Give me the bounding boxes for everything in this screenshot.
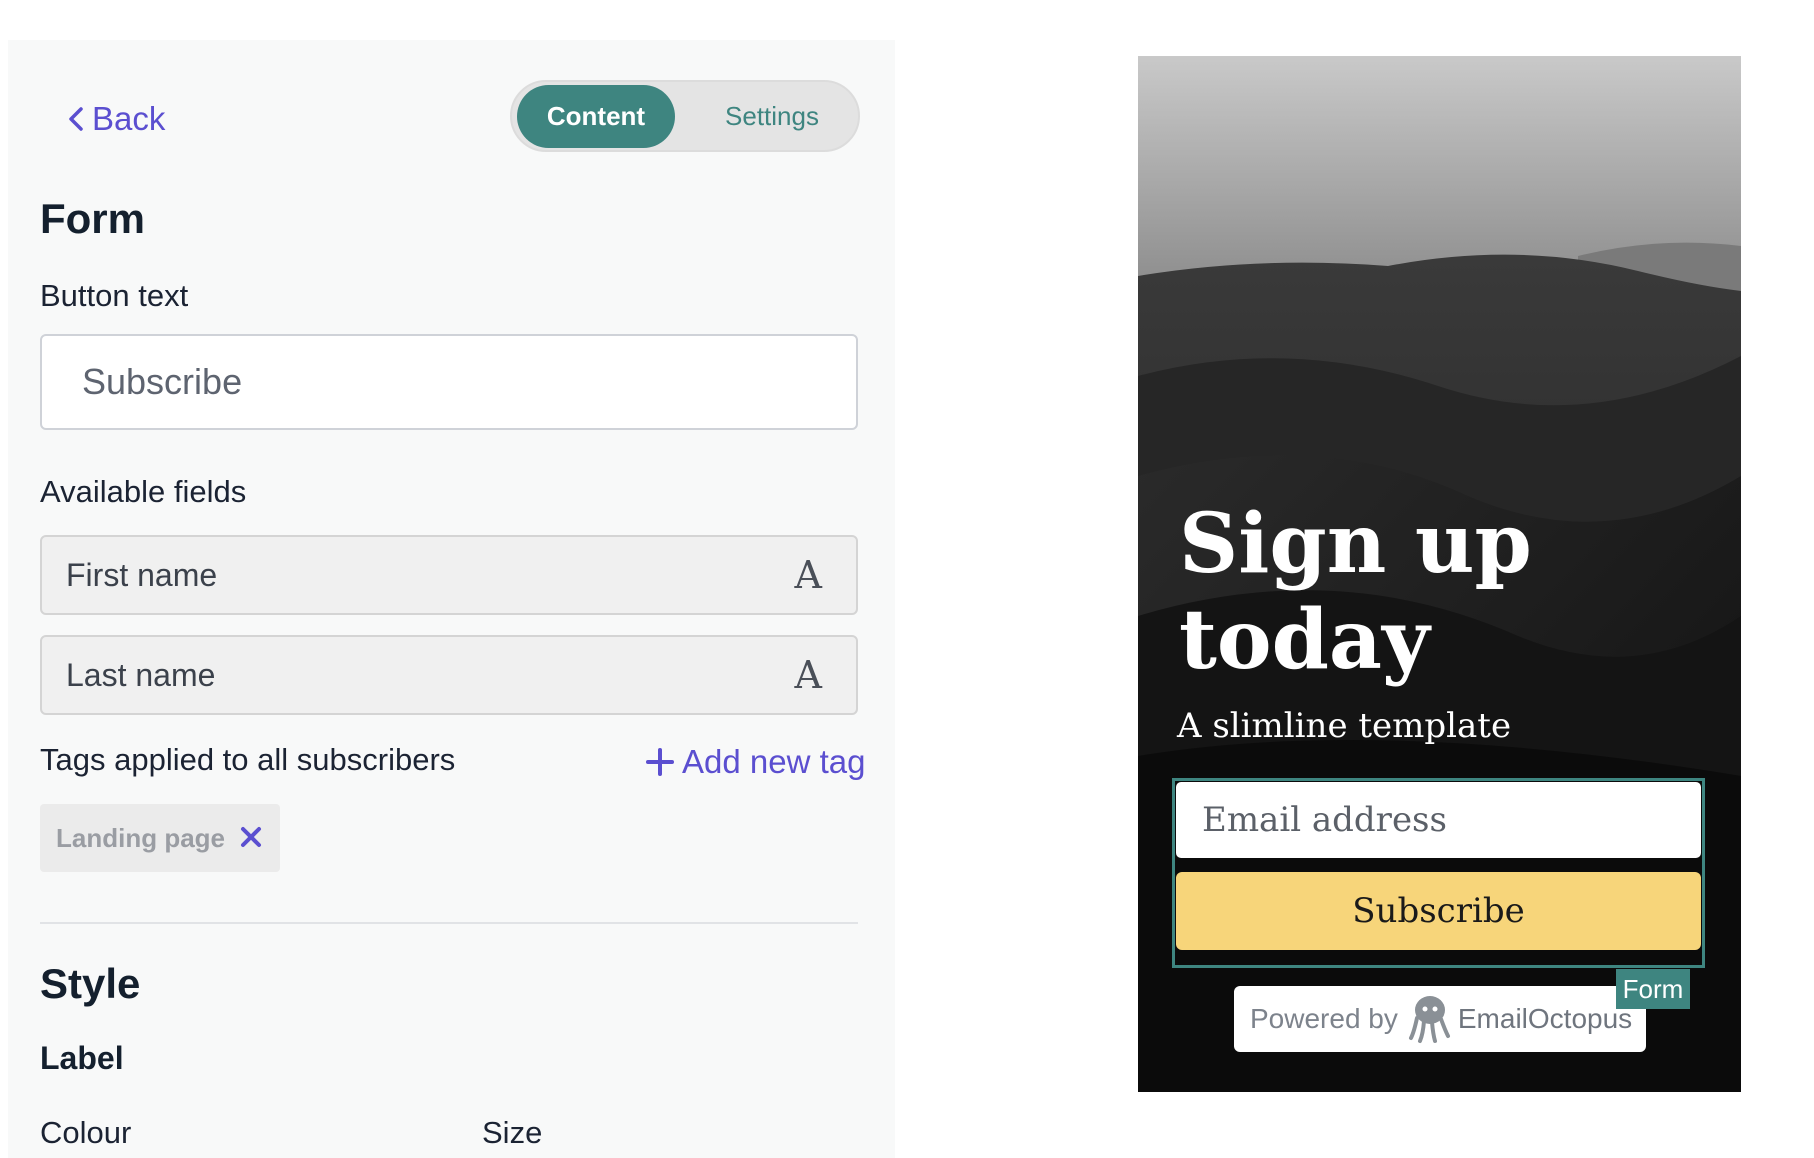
colour-label: Colour [40, 1115, 132, 1150]
remove-tag-icon[interactable] [240, 826, 262, 848]
brand-name: EmailOctopus [1457, 1003, 1633, 1034]
tag-chip: Landing page [40, 804, 280, 872]
field-label: Last name [66, 657, 216, 693]
style-heading: Style [40, 960, 141, 1007]
subscribe-button[interactable]: Subscribe [1176, 872, 1701, 950]
text-type-icon: A [794, 653, 822, 697]
field-last-name[interactable]: Last name A [40, 635, 858, 715]
size-label: Size [482, 1115, 543, 1150]
back-link[interactable]: Back [64, 100, 165, 138]
form-heading: Form [40, 195, 145, 242]
add-new-tag-button[interactable]: Add new tag [646, 743, 865, 781]
email-input[interactable]: Email address [1176, 782, 1701, 858]
form-preview: Sign up today A slimline template Email … [1138, 56, 1741, 1092]
available-fields-label: Available fields [40, 474, 247, 509]
tab-settings[interactable]: Settings [697, 85, 847, 148]
field-label: First name [66, 557, 218, 593]
tab-content[interactable]: Content [517, 85, 675, 148]
powered-by-badge[interactable]: Powered by EmailOctopus [1234, 986, 1646, 1052]
tag-label: Landing page [56, 823, 225, 853]
text-type-icon: A [794, 553, 822, 597]
powered-by-label: Powered by [1250, 1003, 1398, 1034]
preview-title-line1: Sign up [1179, 496, 1532, 592]
editor-panel: Back Content Settings Form Button text S… [8, 40, 895, 1158]
button-text-label: Button text [40, 278, 189, 313]
plus-icon [646, 748, 674, 776]
preview-title-line2: today [1179, 592, 1430, 688]
content-settings-toggle: Content Settings [510, 80, 860, 152]
button-text-input[interactable]: Subscribe [40, 334, 858, 430]
preview-title: Sign up today [1179, 496, 1719, 688]
form-badge: Form [1616, 969, 1690, 1009]
label-subheading: Label [40, 1040, 124, 1076]
field-first-name[interactable]: First name A [40, 535, 858, 615]
back-label: Back [92, 100, 166, 137]
tags-label: Tags applied to all subscribers [40, 742, 456, 777]
preview-subtitle: A slimline template [1177, 706, 1512, 746]
section-divider [40, 922, 858, 924]
add-tag-label: Add new tag [682, 743, 866, 780]
chevron-left-icon [69, 107, 83, 131]
octopus-logo-icon [1408, 996, 1450, 1043]
